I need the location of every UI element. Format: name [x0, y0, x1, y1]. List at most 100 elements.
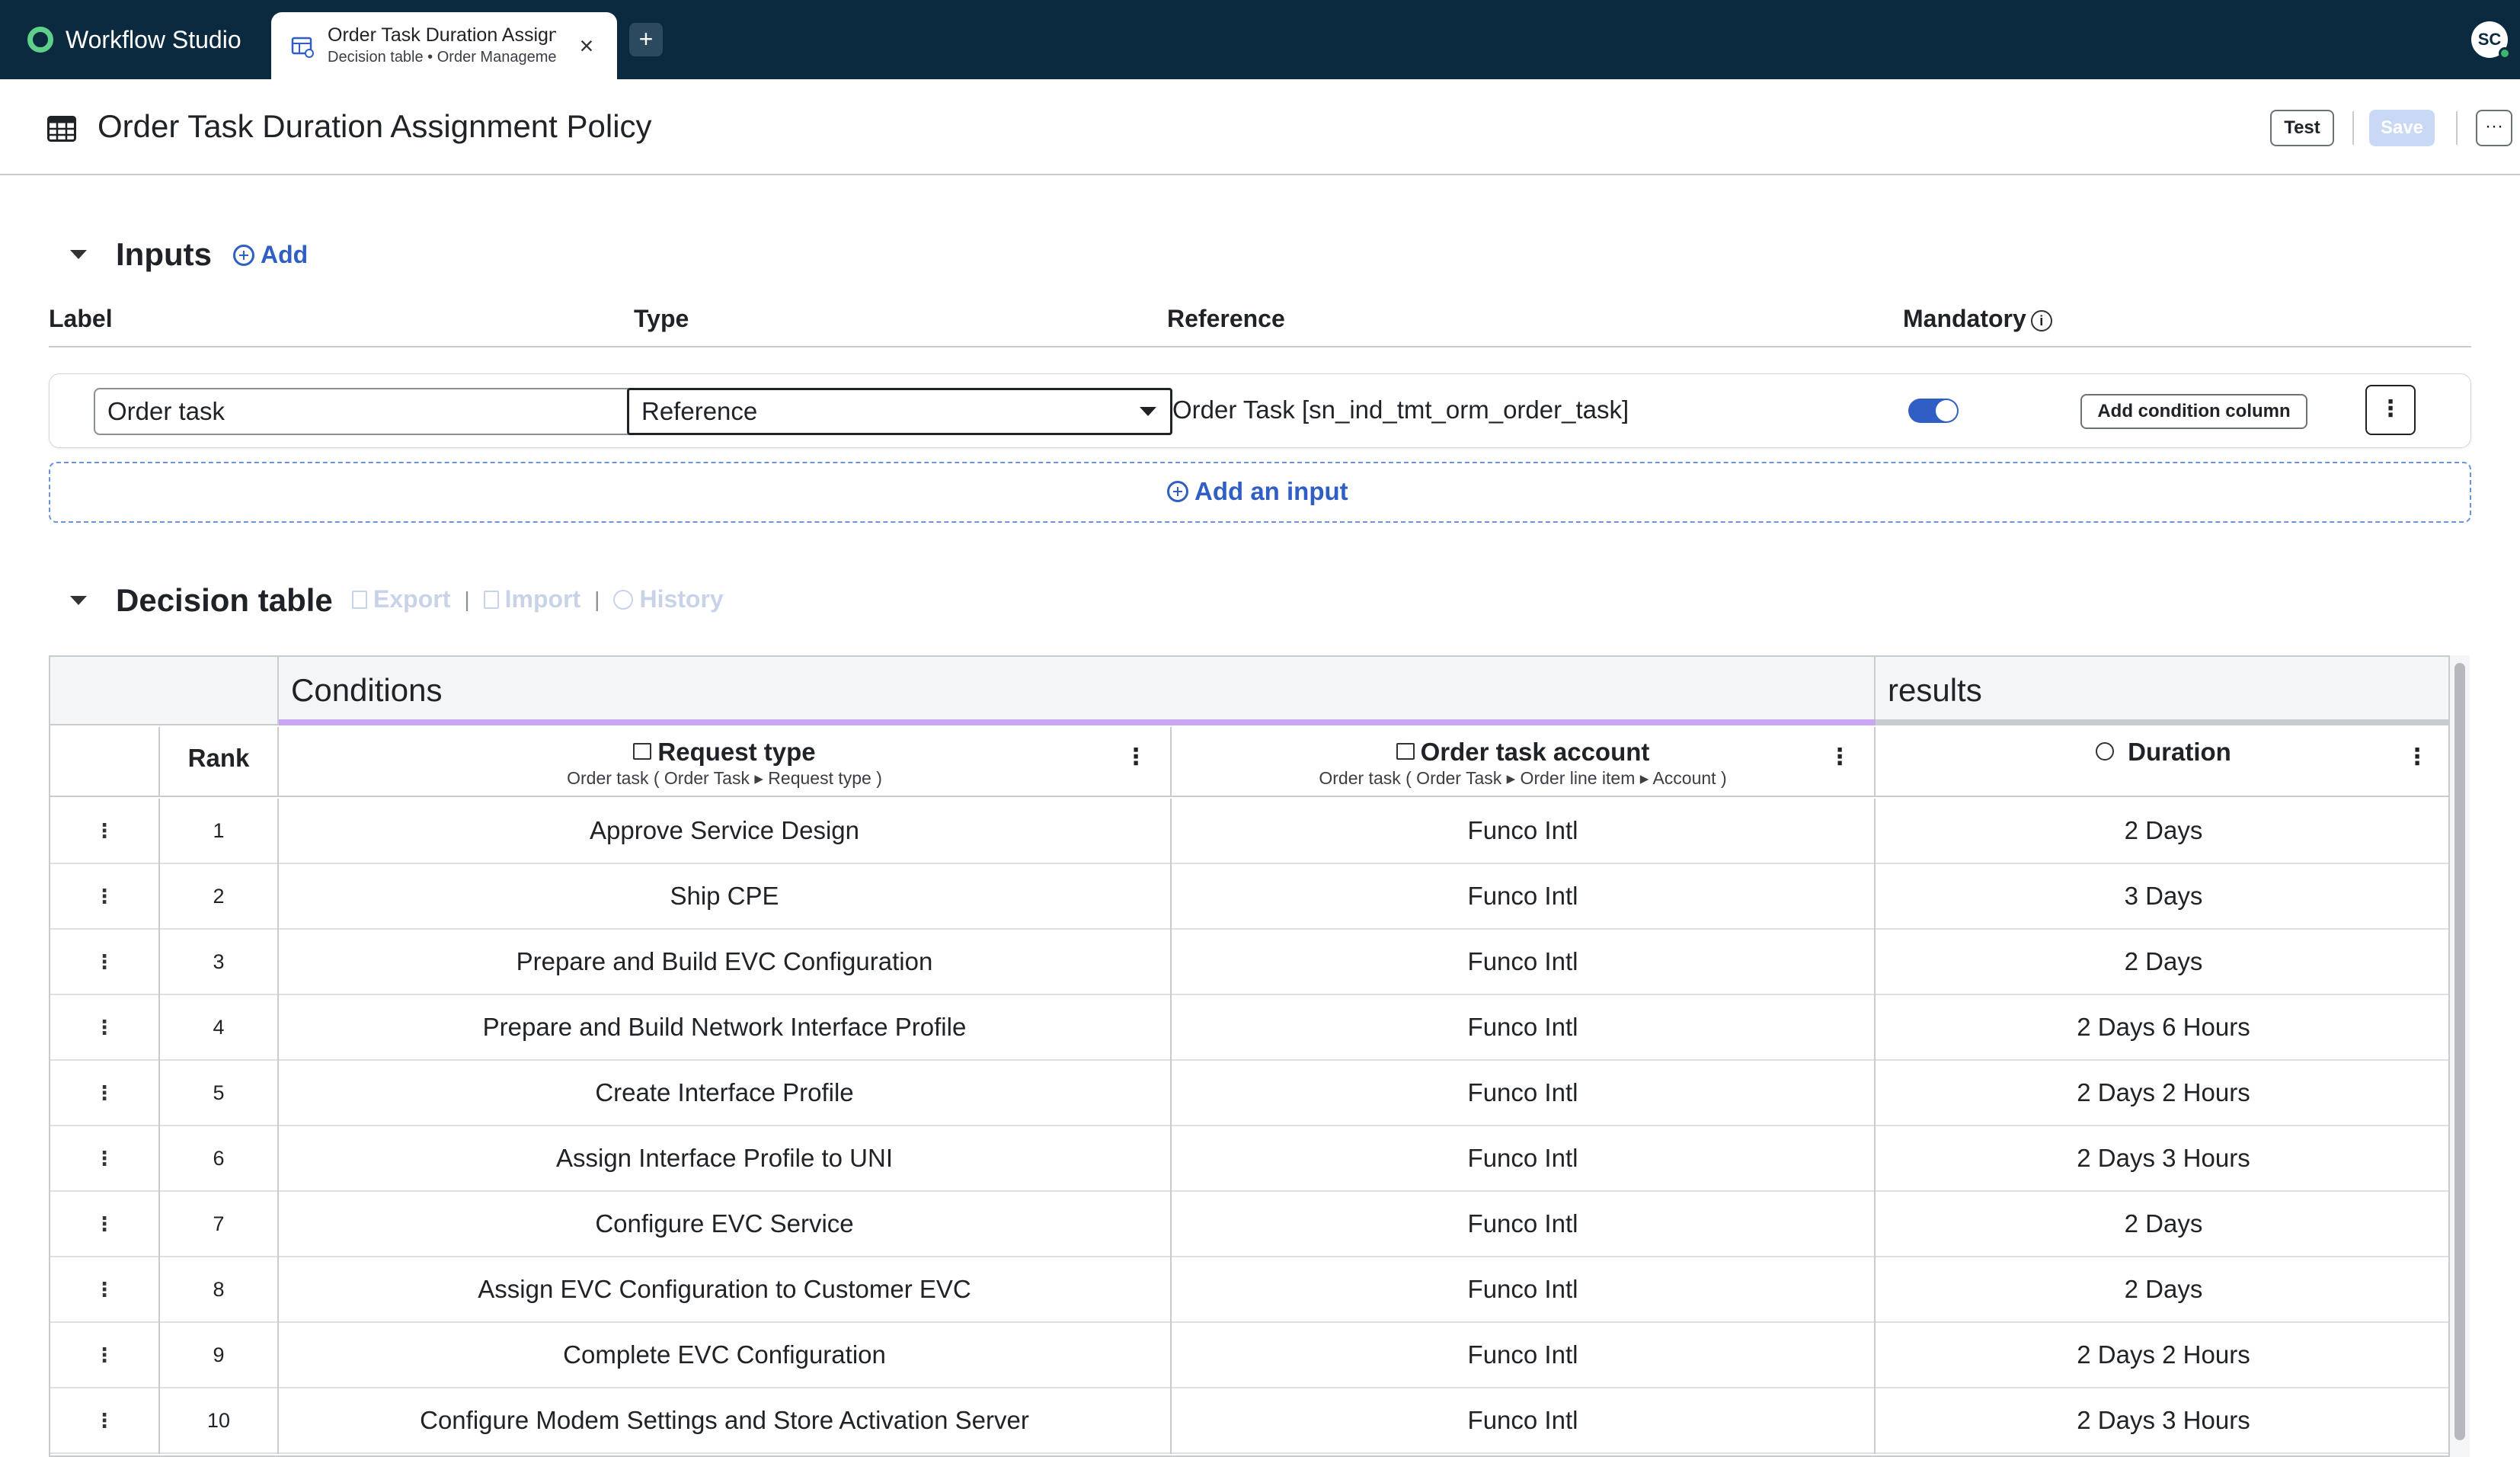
- collapse-decision-table-icon[interactable]: [70, 596, 87, 605]
- request-type-cell[interactable]: Assign EVC Configuration to Customer EVC: [279, 1257, 1172, 1323]
- drag-handle-icon[interactable]: ⋮: [50, 995, 160, 1061]
- app-brand[interactable]: Workflow Studio: [27, 23, 241, 56]
- tab-order-task-duration[interactable]: Order Task Duration Assignment Policy De…: [271, 12, 617, 79]
- export-link[interactable]: Export: [352, 585, 450, 613]
- rank-cell[interactable]: 1: [160, 799, 279, 864]
- row-menu-kebab-icon[interactable]: ⋮: [2365, 385, 2416, 435]
- table-row[interactable]: ⋮ 2 Ship CPE Funco Intl 3 Days: [50, 864, 2448, 930]
- drag-handle-icon[interactable]: ⋮: [50, 1126, 160, 1192]
- request-type-cell[interactable]: Prepare and Build Network Interface Prof…: [279, 995, 1172, 1061]
- duration-cell[interactable]: 2 Days: [1876, 1192, 2448, 1257]
- duration-cell[interactable]: 3 Days: [1876, 864, 2448, 930]
- duration-cell[interactable]: 2 Days 2 Hours: [1876, 1323, 2448, 1388]
- close-icon[interactable]: ×: [573, 32, 600, 59]
- group-header-blank: [50, 657, 279, 725]
- request-type-cell[interactable]: Prepare and Build EVC Configuration: [279, 930, 1172, 995]
- request-type-cell[interactable]: Configure Modem Settings and Store Activ…: [279, 1388, 1172, 1454]
- table-row[interactable]: ⋮ 9 Complete EVC Configuration Funco Intl 2 …: [50, 1323, 2448, 1388]
- duration-cell[interactable]: 2 Days: [1876, 1257, 2448, 1323]
- header-order-task-account[interactable]: Order task account Order task ( Order Ta…: [1172, 727, 1876, 797]
- duration-cell[interactable]: 2 Days 6 Hours: [1876, 995, 2448, 1061]
- duration-cell[interactable]: 2 Days 3 Hours: [1876, 1126, 2448, 1192]
- rank-cell[interactable]: 6: [160, 1126, 279, 1192]
- account-cell[interactable]: Funco Intl: [1172, 1257, 1876, 1323]
- table-row[interactable]: ⋮ 7 Configure EVC Service Funco Intl 2 Days: [50, 1192, 2448, 1257]
- table-row[interactable]: ⋮ 3 Prepare and Build EVC Configuration Fun…: [50, 930, 2448, 995]
- request-type-cell[interactable]: Approve Service Design: [279, 799, 1172, 864]
- account-cell[interactable]: Funco Intl: [1172, 864, 1876, 930]
- input-label-field[interactable]: Order task: [94, 388, 639, 435]
- rank-cell[interactable]: 7: [160, 1192, 279, 1257]
- add-condition-column-button[interactable]: Add condition column: [2080, 394, 2307, 429]
- rank-cell[interactable]: 5: [160, 1061, 279, 1126]
- duration-cell[interactable]: 2 Days 2 Hours: [1876, 1061, 2448, 1126]
- rank-cell[interactable]: 8: [160, 1257, 279, 1323]
- more-options-button[interactable]: ···: [2476, 110, 2512, 146]
- account-cell[interactable]: Funco Intl: [1172, 1388, 1876, 1454]
- collapse-inputs-icon[interactable]: [70, 250, 87, 259]
- column-menu-kebab-icon[interactable]: ⋮: [2406, 744, 2429, 770]
- drag-handle-icon[interactable]: ⋮: [50, 1192, 160, 1257]
- rank-cell[interactable]: 2: [160, 864, 279, 930]
- table-row[interactable]: ⋮ 6 Assign Interface Profile to UNI Funco I…: [50, 1126, 2448, 1192]
- input-type-select[interactable]: Reference: [627, 388, 1172, 435]
- conditions-accent-bar: [279, 719, 1876, 725]
- table-row[interactable]: ⋮ 4 Prepare and Build Network Interface Pr…: [50, 995, 2448, 1061]
- table-icon: [47, 116, 76, 142]
- rank-cell[interactable]: 9: [160, 1323, 279, 1388]
- drag-handle-icon[interactable]: ⋮: [50, 1323, 160, 1388]
- export-icon: [352, 590, 367, 609]
- account-cell[interactable]: Funco Intl: [1172, 1323, 1876, 1388]
- add-input-link[interactable]: Add: [233, 241, 308, 269]
- duration-cell[interactable]: 2 Days: [1876, 799, 2448, 864]
- mandatory-toggle[interactable]: [1908, 399, 1959, 423]
- new-tab-button[interactable]: +: [629, 23, 663, 56]
- drag-handle-icon[interactable]: ⋮: [50, 1257, 160, 1323]
- drag-handle-icon[interactable]: ⋮: [50, 864, 160, 930]
- add-an-input-button[interactable]: Add an input: [1167, 477, 1348, 506]
- rank-cell[interactable]: 3: [160, 930, 279, 995]
- request-type-cell[interactable]: Create Interface Profile: [279, 1061, 1172, 1126]
- info-icon[interactable]: i: [2030, 309, 2052, 331]
- column-menu-kebab-icon[interactable]: ⋮: [1124, 744, 1147, 770]
- table-row[interactable]: ⋮ 1 Approve Service Design Funco Intl 2 Days: [50, 799, 2448, 864]
- add-an-input-dropzone[interactable]: Add an input: [49, 462, 2471, 523]
- group-header-results: results: [1876, 657, 2448, 725]
- test-button[interactable]: Test: [2270, 110, 2334, 146]
- duration-cell[interactable]: 2 Days 3 Hours: [1876, 1388, 2448, 1454]
- drag-handle-icon[interactable]: ⋮: [50, 930, 160, 995]
- rank-cell[interactable]: 10: [160, 1388, 279, 1454]
- request-type-cell[interactable]: Assign Interface Profile to UNI: [279, 1126, 1172, 1192]
- drag-handle-icon[interactable]: ⋮: [50, 1061, 160, 1126]
- account-cell[interactable]: Funco Intl: [1172, 799, 1876, 864]
- account-cell[interactable]: Funco Intl: [1172, 995, 1876, 1061]
- header-rank[interactable]: Rank: [160, 727, 279, 797]
- request-type-cell[interactable]: Ship CPE: [279, 864, 1172, 930]
- table-scrollbar-thumb[interactable]: [2454, 663, 2465, 1440]
- header-request-type[interactable]: Request type Order task ( Order Task ▸ R…: [279, 727, 1172, 797]
- drag-handle-icon[interactable]: ⋮: [50, 1388, 160, 1454]
- table-icon: [633, 743, 652, 761]
- header-duration[interactable]: Duration ⋮: [1876, 727, 2448, 797]
- account-cell[interactable]: Funco Intl: [1172, 930, 1876, 995]
- duration-cell[interactable]: 2 Days: [1876, 930, 2448, 995]
- drag-handle-icon[interactable]: ⋮: [50, 799, 160, 864]
- import-label: Import: [504, 585, 581, 613]
- history-link[interactable]: History: [613, 585, 724, 613]
- rank-cell[interactable]: 4: [160, 995, 279, 1061]
- account-cell[interactable]: Funco Intl: [1172, 1192, 1876, 1257]
- save-button[interactable]: Save: [2369, 110, 2435, 146]
- column-menu-kebab-icon[interactable]: ⋮: [1828, 744, 1851, 770]
- table-row[interactable]: ⋮ 10 Configure Modem Settings and Store Ac…: [50, 1388, 2448, 1454]
- table-row[interactable]: ⋮ 8 Assign EVC Configuration to Customer E…: [50, 1257, 2448, 1323]
- table-row[interactable]: ⋮ 5 Create Interface Profile Funco Intl 2 Da…: [50, 1061, 2448, 1126]
- input-row: Order task Reference Order Task [sn_ind_…: [49, 373, 2471, 448]
- account-cell[interactable]: Funco Intl: [1172, 1126, 1876, 1192]
- request-type-cell[interactable]: Configure EVC Service: [279, 1192, 1172, 1257]
- import-link[interactable]: Import: [483, 585, 581, 613]
- add-circle-icon: [233, 244, 254, 266]
- results-label: results: [1888, 672, 1982, 708]
- request-type-cell[interactable]: Complete EVC Configuration: [279, 1323, 1172, 1388]
- reference-value: Order Task [sn_ind_tmt_orm_order_task]: [1172, 395, 1629, 424]
- account-cell[interactable]: Funco Intl: [1172, 1061, 1876, 1126]
